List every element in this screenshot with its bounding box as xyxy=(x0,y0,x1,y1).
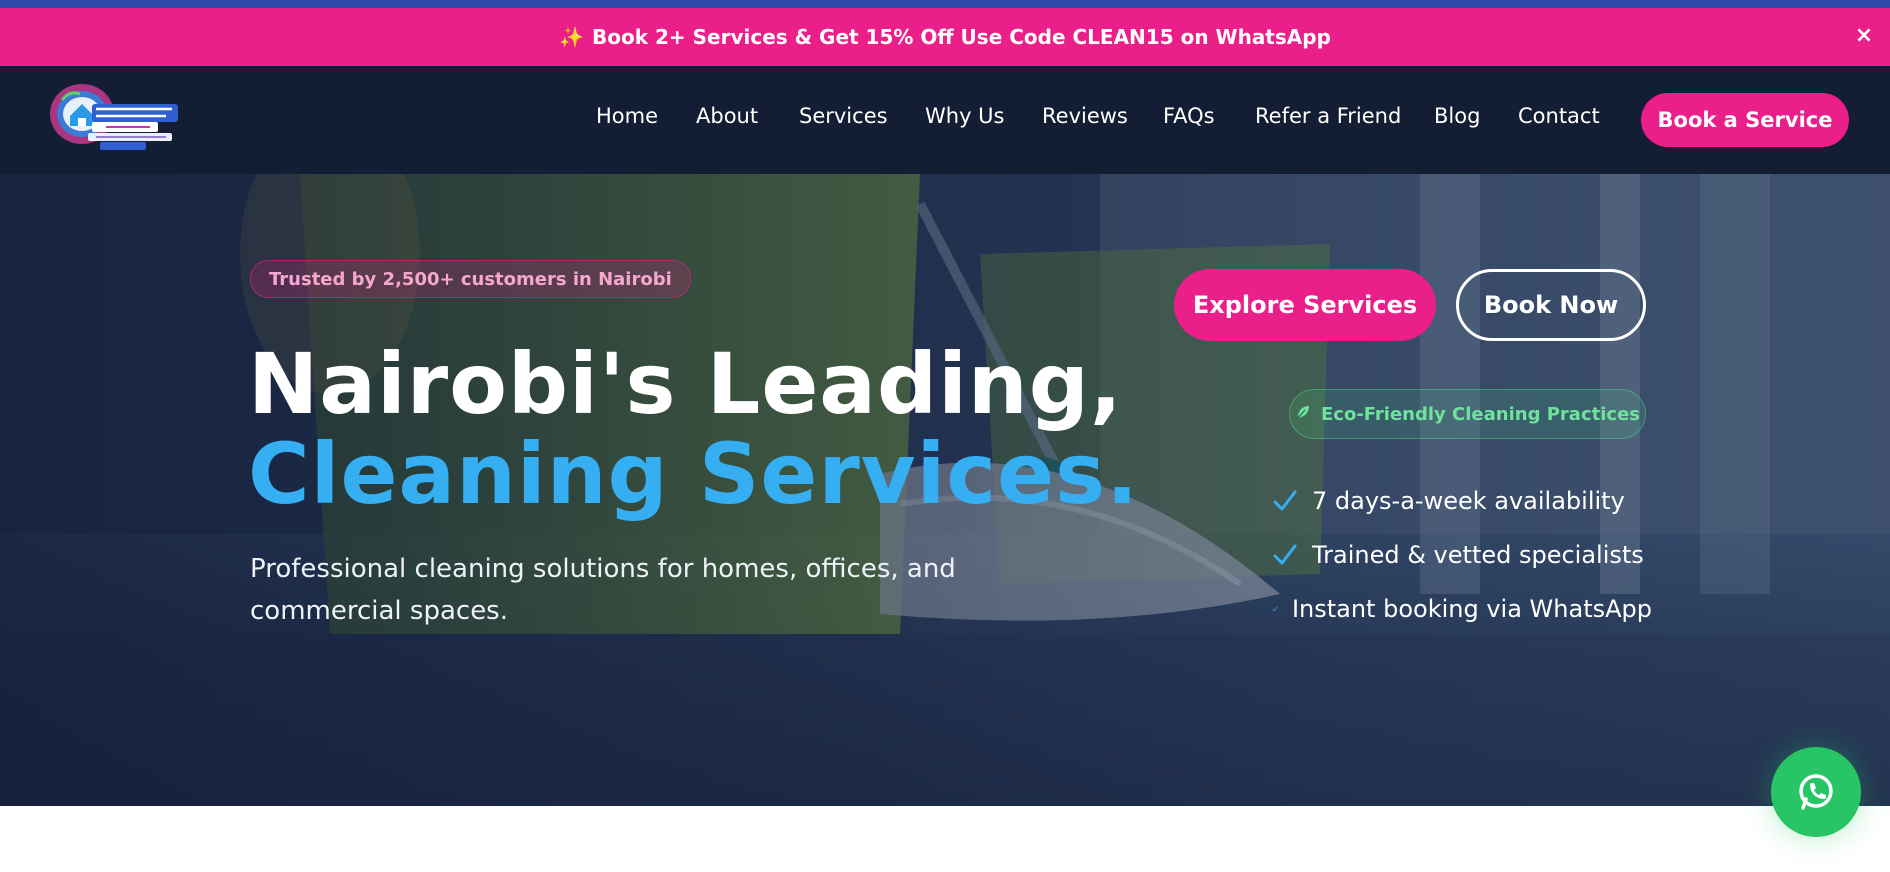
nav-services[interactable]: Services xyxy=(799,104,888,128)
whatsapp-icon xyxy=(1799,774,1833,810)
sparkles-icon: ✨ xyxy=(559,25,584,49)
check-icon xyxy=(1272,606,1278,612)
nav-about[interactable]: About xyxy=(696,104,758,128)
nav-contact[interactable]: Contact xyxy=(1518,104,1600,128)
feature-item: Trained & vetted specialists xyxy=(1272,528,1652,582)
promo-banner: ✨ Book 2+ Services & Get 15% Off Use Cod… xyxy=(0,8,1890,66)
hero-section: Trusted by 2,500+ customers in Nairobi N… xyxy=(0,174,1890,806)
check-icon xyxy=(1273,544,1297,565)
nav-why-us[interactable]: Why Us xyxy=(925,104,1005,128)
book-a-service-button[interactable]: Book a Service xyxy=(1641,93,1849,147)
feature-list: 7 days-a-week availability Trained & vet… xyxy=(1272,474,1652,636)
eco-badge-text: Eco-Friendly Cleaning Practices xyxy=(1320,403,1640,425)
navbar: Home About Services Why Us Reviews FAQs … xyxy=(0,66,1890,174)
promo-text: Book 2+ Services & Get 15% Off Use Code … xyxy=(592,25,1331,49)
close-icon[interactable]: × xyxy=(1852,24,1876,48)
nav-faqs[interactable]: FAQs xyxy=(1163,104,1215,128)
nav-reviews[interactable]: Reviews xyxy=(1042,104,1128,128)
nav-blog[interactable]: Blog xyxy=(1434,104,1480,128)
nav-home[interactable]: Home xyxy=(596,104,658,128)
leaf-icon xyxy=(1295,404,1311,425)
feature-item: 7 days-a-week availability xyxy=(1272,474,1652,528)
book-now-button[interactable]: Book Now xyxy=(1456,269,1646,341)
nav-refer-a-friend[interactable]: Refer a Friend xyxy=(1255,104,1401,128)
hero-title-line2: Cleaning Services. xyxy=(248,425,1139,523)
eco-friendly-badge: Eco-Friendly Cleaning Practices xyxy=(1289,389,1646,439)
page-below-hero xyxy=(0,806,1890,872)
feature-text: Trained & vetted specialists xyxy=(1312,541,1644,569)
top-accent-line xyxy=(0,0,1890,8)
logo[interactable] xyxy=(48,82,182,154)
feature-text: 7 days-a-week availability xyxy=(1312,487,1625,515)
feature-item: Instant booking via WhatsApp xyxy=(1272,582,1652,636)
explore-services-button[interactable]: Explore Services xyxy=(1174,269,1436,341)
hero-title-line1: Nairobi's Leading, xyxy=(248,335,1123,433)
trusted-badge: Trusted by 2,500+ customers in Nairobi xyxy=(250,260,691,298)
whatsapp-button[interactable] xyxy=(1771,747,1861,837)
hero-subtitle: Professional cleaning solutions for home… xyxy=(250,554,956,626)
check-icon xyxy=(1273,490,1297,511)
feature-text: Instant booking via WhatsApp xyxy=(1291,595,1652,623)
